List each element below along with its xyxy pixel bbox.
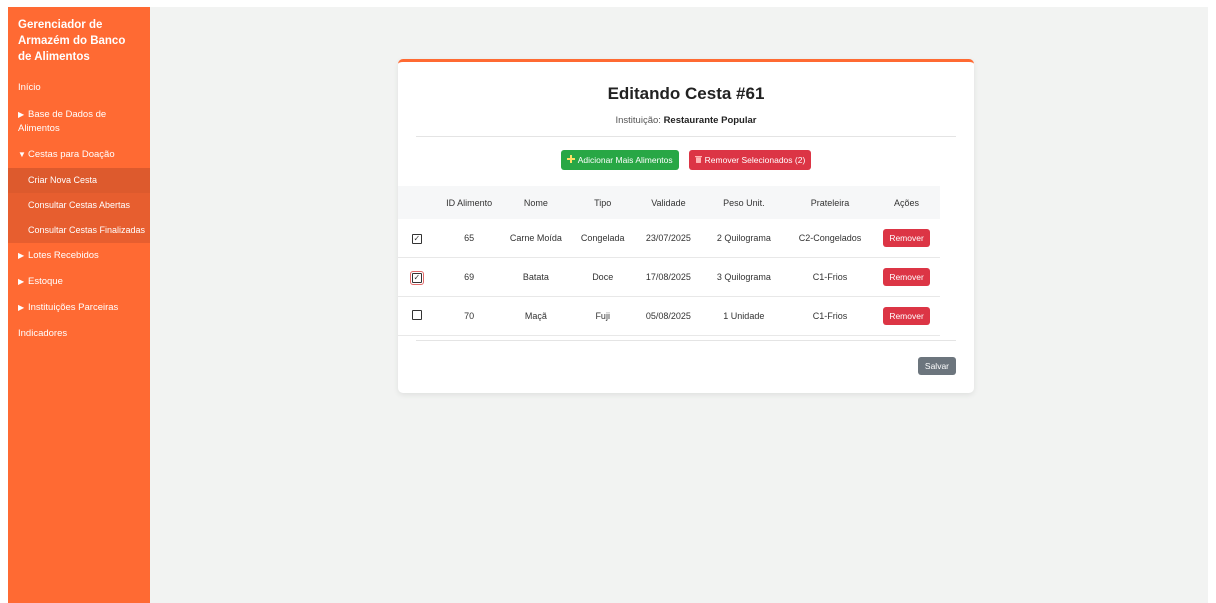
remove-row-button[interactable]: Remover	[883, 229, 930, 247]
remove-selected-button[interactable]: Remover Selecionados (2)	[688, 150, 812, 170]
sidebar-subitem-label: Consultar Cestas Abertas	[28, 200, 131, 210]
sidebar: Gerenciador de Armazém do Banco de Alime…	[8, 7, 150, 603]
action-bar: Adicionar Mais Alimentos Remover Selecio…	[398, 150, 974, 170]
sidebar-item-base-dados[interactable]: ▶ Base de Dados de Alimentos	[8, 101, 150, 142]
caret-right-icon: ▶	[18, 303, 25, 312]
cell-validade: 23/07/2025	[636, 219, 701, 258]
col-tipo-header: Tipo	[569, 186, 637, 219]
sidebar-item-instituicoes[interactable]: ▶ Instituições Parceiras	[8, 295, 150, 321]
sidebar-item-label: Início	[18, 82, 41, 93]
sidebar-subitem-criar-cesta[interactable]: Criar Nova Cesta	[8, 168, 150, 193]
row-select-cell	[398, 296, 436, 336]
cell-peso: 3 Quilograma	[700, 257, 787, 297]
sidebar-item-inicio[interactable]: Início	[8, 75, 150, 101]
col-peso-header: Peso Unit.	[700, 186, 787, 219]
add-more-foods-button[interactable]: Adicionar Mais Alimentos	[560, 150, 679, 170]
page-title: Editando Cesta #61	[607, 84, 765, 103]
plus-icon	[566, 150, 575, 170]
remove-row-button[interactable]: Remover	[883, 307, 930, 325]
cell-prateleira: C1-Frios	[786, 257, 874, 297]
cell-nome: Maçã	[502, 296, 570, 336]
sidebar-item-label: Instituições Parceiras	[28, 302, 119, 313]
row-select-cell: ✓	[398, 257, 436, 297]
institution-line: Instituição: Restaurante Popular	[398, 115, 974, 126]
sidebar-item-label: Indicadores	[18, 328, 68, 339]
sidebar-subitem-label: Criar Nova Cesta	[28, 175, 98, 185]
edit-basket-card: Editando Cesta #61 Instituição: Restaura…	[398, 59, 974, 393]
cell-nome: Carne Moída	[502, 219, 570, 258]
col-prateleira-header: Prateleira	[786, 186, 874, 219]
cell-tipo: Fuji	[569, 296, 637, 336]
app-brand: Gerenciador de Armazém do Banco de Alime…	[18, 19, 126, 63]
save-button[interactable]: Salvar	[917, 357, 956, 375]
sidebar-item-label: Cestas para Doação	[28, 149, 115, 160]
cell-prateleira: C1-Frios	[786, 296, 874, 336]
header-divider	[416, 136, 956, 137]
cell-nome: Batata	[502, 257, 570, 297]
sidebar-subitem-cestas-abertas[interactable]: Consultar Cestas Abertas	[8, 193, 150, 218]
cell-acoes: Remover	[873, 219, 940, 258]
cell-id: 69	[435, 257, 503, 297]
sidebar-item-lotes[interactable]: ▶ Lotes Recebidos	[8, 243, 150, 269]
table-row: ✓ 69 Batata Doce 17/08/2025 3 Quilograma…	[398, 257, 940, 297]
caret-right-icon: ▶	[18, 251, 25, 260]
add-more-foods-label: Adicionar Mais Alimentos	[577, 155, 673, 165]
caret-down-icon: ▼	[18, 150, 26, 159]
row-select-cell: ✓	[398, 219, 436, 258]
institution-label: Instituição:	[615, 115, 661, 126]
cell-acoes: Remover	[873, 296, 940, 336]
sidebar-item-label: Lotes Recebidos	[28, 250, 99, 261]
cell-id: 70	[435, 296, 503, 336]
cell-validade: 17/08/2025	[636, 257, 701, 297]
remove-selected-label: Remover Selecionados (2)	[704, 155, 806, 165]
sidebar-item-indicadores[interactable]: Indicadores	[8, 321, 150, 347]
basket-items-table: ID Alimento Nome Tipo Validade Peso Unit…	[398, 186, 940, 336]
row-checkbox[interactable]: ✓	[409, 270, 424, 285]
cell-tipo: Congelada	[569, 219, 637, 258]
col-validade-header: Validade	[636, 186, 701, 219]
sidebar-nav: Início ▶ Base de Dados de Alimentos ▼ Cest…	[8, 75, 150, 347]
sidebar-item-cestas[interactable]: ▼ Cestas para Doação	[8, 142, 150, 168]
caret-right-icon: ▶	[18, 110, 25, 119]
cell-acoes: Remover	[873, 257, 940, 297]
row-checkbox[interactable]: ✓	[411, 233, 422, 244]
institution-name: Restaurante Popular	[663, 115, 757, 126]
col-select-header	[398, 186, 436, 219]
app-frame: Gerenciador de Armazém do Banco de Alime…	[8, 7, 1208, 603]
row-checkbox[interactable]	[411, 310, 422, 320]
cell-prateleira: C2-Congelados	[786, 219, 874, 258]
caret-right-icon: ▶	[18, 277, 25, 286]
cell-id: 65	[435, 219, 503, 258]
sidebar-item-label: Base de Dados de Alimentos	[18, 109, 107, 134]
footer-divider	[416, 340, 956, 341]
col-id-header: ID Alimento	[435, 186, 503, 219]
col-nome-header: Nome	[502, 186, 570, 219]
cell-tipo: Doce	[569, 257, 637, 297]
remove-row-button[interactable]: Remover	[883, 268, 930, 286]
table-row: ✓ 65 Carne Moída Congelada 23/07/2025 2 …	[398, 219, 940, 258]
table-row: 70 Maçã Fuji 05/08/2025 1 Unidade C1-Fri…	[398, 296, 940, 336]
sidebar-item-label: Estoque	[28, 276, 63, 287]
col-acoes-header: Ações	[873, 186, 940, 219]
table-header-row: ID Alimento Nome Tipo Validade Peso Unit…	[398, 186, 940, 219]
cell-validade: 05/08/2025	[636, 296, 701, 336]
sidebar-item-estoque[interactable]: ▶ Estoque	[8, 269, 150, 295]
sidebar-subitem-label: Consultar Cestas Finalizadas	[28, 225, 146, 235]
sidebar-subitem-cestas-finalizadas[interactable]: Consultar Cestas Finalizadas	[8, 218, 150, 243]
cell-peso: 1 Unidade	[700, 296, 787, 336]
trash-icon	[694, 150, 702, 170]
cell-peso: 2 Quilograma	[700, 219, 787, 258]
